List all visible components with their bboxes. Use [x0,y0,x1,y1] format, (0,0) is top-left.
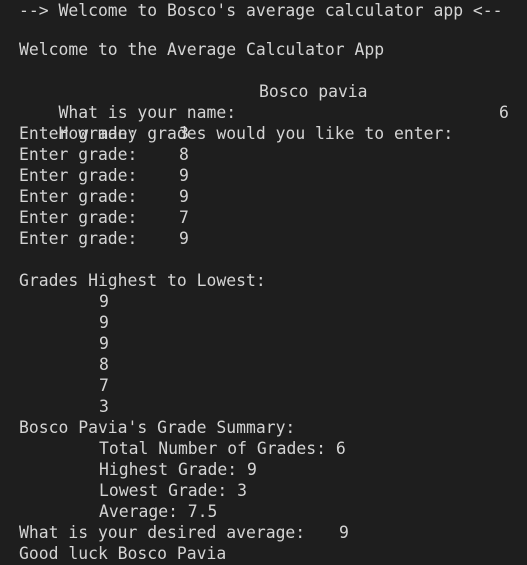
summary-header: Bosco Pavia's Grade Summary: [19,418,296,437]
desired-value: 9 [339,523,349,542]
grade-prompt-3: Enter grade: [19,166,138,185]
grade-entry-2: 8 [179,145,189,164]
summary-total: Total Number of Grades: 6 [99,439,346,458]
grade-prompt-1: Enter grade: [19,124,138,143]
terminal-output: --> Welcome to Bosco's average calculato… [0,0,527,565]
sorted-header: Grades Highest to Lowest: [19,271,266,290]
summary-highest: Highest Grade: 9 [99,460,257,479]
goodbye-message: Good luck Bosco Pavia [19,544,227,563]
welcome-message: Welcome to the Average Calculator App [19,40,385,59]
summary-lowest: Lowest Grade: 3 [99,481,248,500]
grade-entry-4: 9 [179,187,189,206]
grade-prompt-6: Enter grade: [19,229,138,248]
grade-prompt-4: Enter grade: [19,187,138,206]
sorted-grade-5: 7 [99,376,109,395]
name-prompt-line: What is your name: [19,81,236,122]
sorted-grade-1: 9 [99,292,109,311]
grade-entry-5: 7 [179,208,189,227]
count-value: 6 [499,103,509,122]
sorted-grade-4: 8 [99,355,109,374]
count-prompt-line: How many grades would you like to enter: [19,102,453,143]
sorted-grade-3: 9 [99,334,109,353]
sorted-grade-2: 9 [99,313,109,332]
grade-prompt-2: Enter grade: [19,145,138,164]
grade-prompt-5: Enter grade: [19,208,138,227]
grade-entry-6: 9 [179,229,189,248]
app-banner: --> Welcome to Bosco's average calculato… [19,1,503,20]
sorted-grade-6: 3 [99,397,109,416]
grade-entry-3: 9 [179,166,189,185]
desired-prompt: What is your desired average: [19,523,306,542]
summary-average: Average: 7.5 [99,502,218,521]
name-value: Bosco pavia [259,82,368,101]
grade-entry-1: 3 [179,124,189,143]
